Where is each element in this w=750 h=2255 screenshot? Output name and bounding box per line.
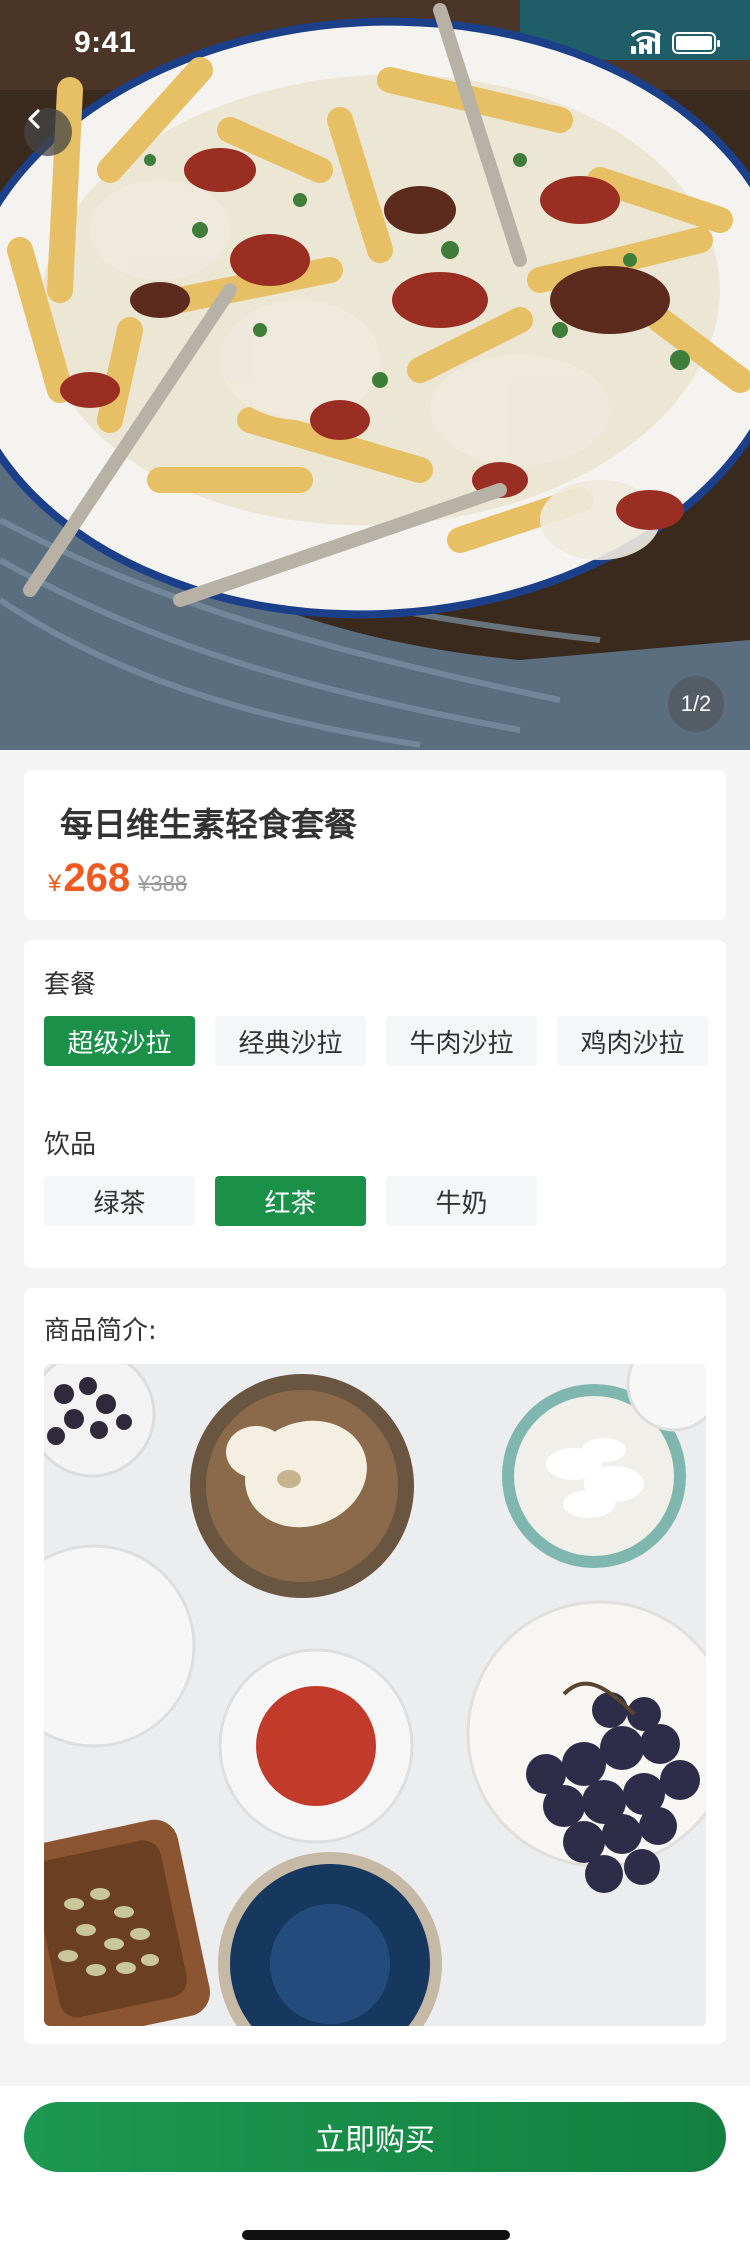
description-card: 商品简介: [24, 1288, 726, 2044]
options-card: 套餐 超级沙拉 经典沙拉 牛肉沙拉 鸡肉沙拉 饮品 绿茶 红茶 牛奶 [24, 940, 726, 1268]
drink-label: 饮品 [44, 1130, 97, 1160]
wifi-icon [631, 30, 661, 50]
buy-now-button[interactable]: 立即购买 [24, 2102, 726, 2172]
status-time: 9:41 [74, 26, 137, 59]
chevron-left-icon [28, 109, 40, 129]
bottom-bar: 立即购买 [0, 2086, 750, 2255]
back-button[interactable] [24, 108, 72, 156]
current-price: 268 [63, 856, 131, 900]
status-icons [631, 30, 720, 54]
price-row: ¥ 268 ¥388 [48, 856, 187, 901]
set-meal-options: 超级沙拉 经典沙拉 牛肉沙拉 鸡肉沙拉 [44, 1016, 708, 1066]
option-green-tea[interactable]: 绿茶 [44, 1176, 195, 1226]
option-chicken-salad[interactable]: 鸡肉沙拉 [557, 1016, 708, 1066]
description-image [44, 1364, 706, 2026]
option-milk[interactable]: 牛奶 [386, 1176, 537, 1226]
ingredients-photo [44, 1364, 706, 2026]
product-gallery[interactable]: 9:41 1/2 [0, 0, 750, 750]
product-info-card: 每日维生素轻食套餐 ¥ 268 ¥388 [24, 770, 726, 920]
option-super-salad[interactable]: 超级沙拉 [44, 1016, 195, 1066]
hero-photo [0, 0, 750, 750]
set-meal-label: 套餐 [44, 970, 97, 1000]
description-title: 商品简介: [44, 1316, 157, 1346]
gallery-page-indicator: 1/2 [668, 676, 724, 732]
battery-icon [672, 32, 720, 54]
drink-options: 绿茶 红茶 牛奶 [44, 1176, 537, 1226]
option-classic-salad[interactable]: 经典沙拉 [215, 1016, 366, 1066]
product-title: 每日维生素轻食套餐 [60, 805, 357, 844]
original-price: ¥388 [138, 871, 188, 896]
status-bar: 9:41 [0, 0, 750, 88]
currency-symbol: ¥ [48, 870, 62, 897]
home-indicator [242, 2230, 510, 2240]
option-beef-salad[interactable]: 牛肉沙拉 [386, 1016, 537, 1066]
option-black-tea[interactable]: 红茶 [215, 1176, 366, 1226]
